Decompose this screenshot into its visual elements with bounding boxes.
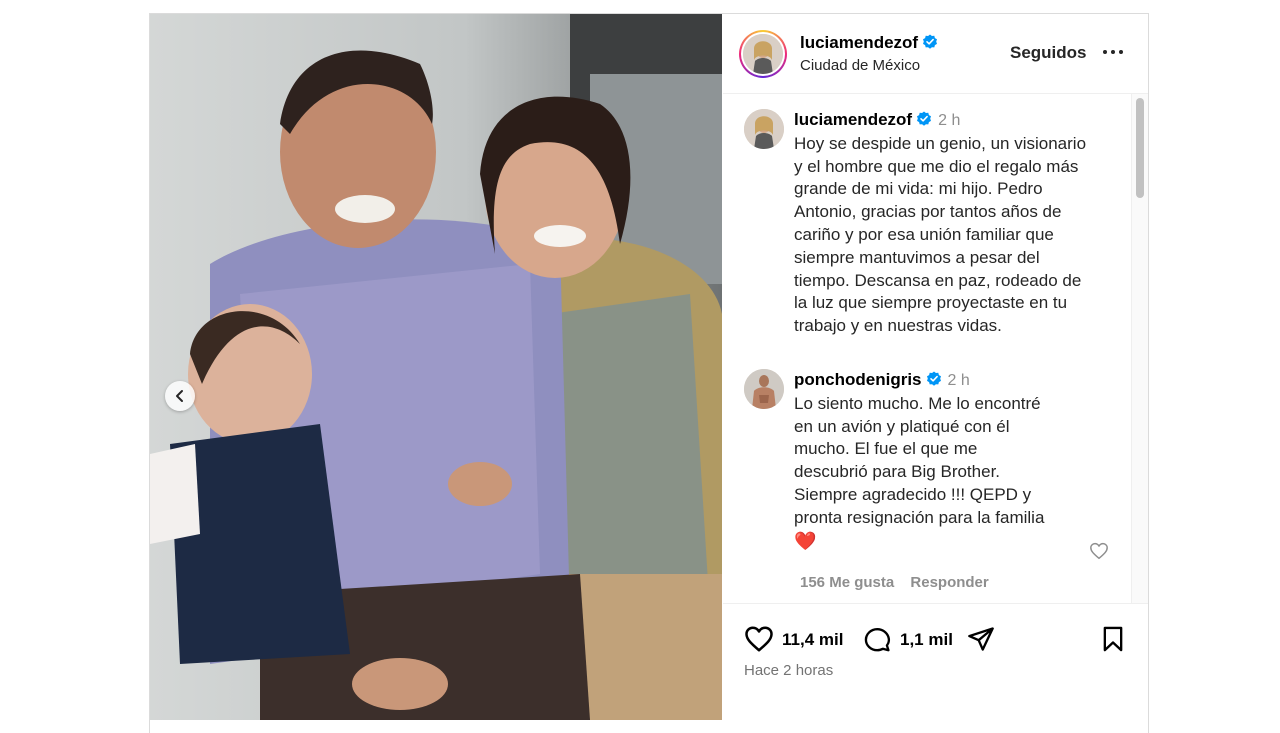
caption-username[interactable]: luciamendezof — [794, 110, 912, 129]
caption-line: trabajo y en nuestras vidas. — [794, 316, 1002, 336]
comment-username[interactable]: ponchodenigris — [794, 370, 922, 389]
verified-badge-icon — [917, 111, 932, 126]
send-icon — [968, 627, 994, 651]
post-timestamp[interactable]: Hace 2 horas — [744, 662, 833, 679]
comment-line: Siempre agradecido !!! QEPD y — [794, 484, 1032, 504]
comments-count[interactable]: 1,1 mil — [900, 630, 953, 650]
heart-icon — [745, 626, 773, 652]
comment: ponchodenigris 2 h Lo siento mucho. Me lo… — [794, 369, 1124, 552]
avatar — [743, 34, 783, 74]
story-ring-avatar[interactable] — [739, 30, 787, 78]
chevron-left-icon — [176, 390, 183, 402]
comment-line: mucho. El fue el que me — [794, 439, 978, 459]
caption-line: tiempo. Descansa en paz, rodeado de — [794, 270, 1082, 290]
reply-button[interactable]: Responder — [910, 574, 988, 591]
heart-icon — [1090, 542, 1108, 560]
share-button[interactable] — [966, 625, 996, 658]
comment-bubble-icon — [864, 628, 891, 652]
post-details-panel: luciamendezof Ciudad de México Seguidos … — [723, 14, 1148, 720]
caption-line: Hoy se despide un genio, un visionario — [794, 133, 1087, 153]
verified-badge-icon — [926, 371, 941, 386]
following-button[interactable]: Seguidos — [1010, 43, 1087, 63]
carousel-prev-button[interactable] — [165, 381, 195, 411]
post-actions: 11,4 mil 1,1 mil Hace 2 horas — [723, 603, 1148, 721]
caption-line: y el hombre que me dio el regalo más — [794, 156, 1079, 176]
comment-likes[interactable]: 156 Me gusta — [800, 574, 894, 591]
comment-line: pronta resignación para la familia — [794, 507, 1045, 527]
scrollbar-thumb[interactable] — [1136, 98, 1144, 198]
caption-line: siempre mantuvimos a pesar del — [794, 247, 1040, 267]
more-options-icon — [1103, 50, 1123, 54]
bookmark-icon — [1103, 626, 1123, 652]
comment-button[interactable] — [862, 625, 892, 658]
caption-line: la luz que siempre proyectaste en tu — [794, 293, 1068, 313]
post-photo[interactable] — [150, 14, 722, 720]
comment-line: Lo siento mucho. Me lo encontré — [794, 393, 1041, 413]
caption-line: grande de mi vida: mi hijo. Pedro — [794, 179, 1043, 199]
commenter-avatar[interactable] — [744, 369, 784, 409]
comment-line: en un avión y platiqué con él — [794, 416, 1010, 436]
post-header: luciamendezof Ciudad de México Seguidos — [723, 14, 1148, 94]
caption-line: Antonio, gracias por tantos años de — [794, 202, 1062, 222]
caption-time[interactable]: 2 h — [938, 112, 960, 129]
post-location[interactable]: Ciudad de México — [800, 57, 920, 74]
header-username-row: luciamendezof — [800, 33, 938, 53]
more-options-button[interactable] — [1101, 44, 1125, 60]
like-comment-button[interactable] — [1089, 542, 1109, 560]
photo-illustration — [150, 14, 722, 720]
comments-scrollbar[interactable] — [1131, 94, 1148, 603]
caption-line: cariño y por esa unión familiar que — [794, 224, 1054, 244]
verified-badge-icon — [923, 34, 938, 49]
caption: luciamendezof 2 h Hoy se despide un genio… — [794, 109, 1124, 338]
likes-count[interactable]: 11,4 mil — [782, 630, 843, 650]
header-username[interactable]: luciamendezof — [800, 33, 918, 52]
comment-time[interactable]: 2 h — [948, 372, 970, 389]
save-button[interactable] — [1099, 625, 1127, 658]
like-button[interactable] — [744, 625, 774, 658]
comment-line: descubrió para Big Brother. — [794, 462, 1001, 482]
caption-avatar[interactable] — [744, 109, 784, 149]
comment-meta: 156 Me gusta Responder — [800, 574, 1001, 591]
heart-emoji: ❤️ — [794, 530, 817, 551]
comments-list[interactable]: luciamendezof 2 h Hoy se despide un genio… — [723, 94, 1148, 603]
